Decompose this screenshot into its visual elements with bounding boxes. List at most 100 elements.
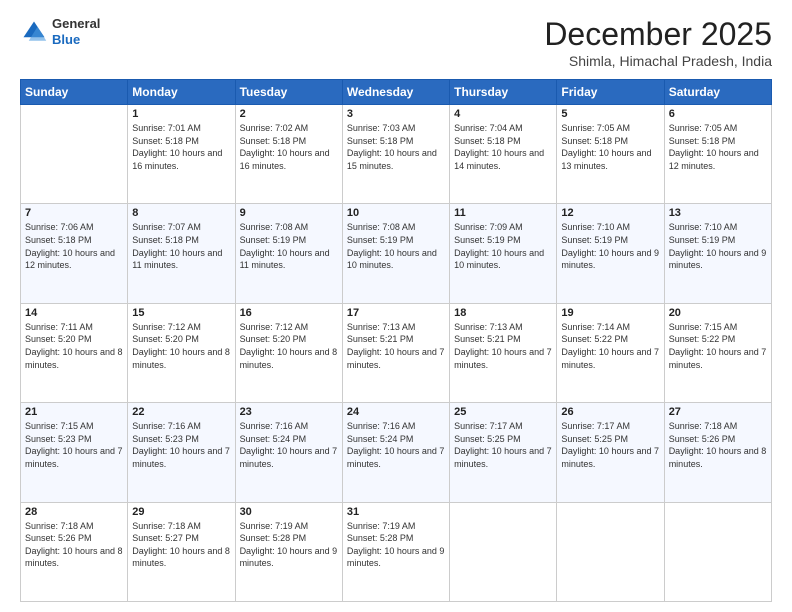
day-info: Sunrise: 7:18 AMSunset: 5:27 PMDaylight:…	[132, 520, 230, 570]
day-info: Sunrise: 7:16 AMSunset: 5:23 PMDaylight:…	[132, 420, 230, 470]
day-info: Sunrise: 7:17 AMSunset: 5:25 PMDaylight:…	[454, 420, 552, 470]
day-number: 8	[132, 207, 230, 219]
header-saturday: Saturday	[664, 80, 771, 105]
calendar-cell: 13 Sunrise: 7:10 AMSunset: 5:19 PMDayligh…	[664, 204, 771, 303]
day-info: Sunrise: 7:18 AMSunset: 5:26 PMDaylight:…	[25, 520, 123, 570]
page: General Blue December 2025 Shimla, Himac…	[0, 0, 792, 612]
day-info: Sunrise: 7:19 AMSunset: 5:28 PMDaylight:…	[240, 520, 338, 570]
day-info: Sunrise: 7:10 AMSunset: 5:19 PMDaylight:…	[669, 221, 767, 271]
day-info: Sunrise: 7:09 AMSunset: 5:19 PMDaylight:…	[454, 221, 552, 271]
calendar-cell: 10 Sunrise: 7:08 AMSunset: 5:19 PMDayligh…	[342, 204, 449, 303]
day-number: 18	[454, 307, 552, 319]
day-info: Sunrise: 7:12 AMSunset: 5:20 PMDaylight:…	[240, 321, 338, 371]
day-info: Sunrise: 7:14 AMSunset: 5:22 PMDaylight:…	[561, 321, 659, 371]
location-subtitle: Shimla, Himachal Pradesh, India	[544, 53, 772, 69]
calendar-cell: 25 Sunrise: 7:17 AMSunset: 5:25 PMDayligh…	[450, 403, 557, 502]
day-number: 2	[240, 108, 338, 120]
day-info: Sunrise: 7:03 AMSunset: 5:18 PMDaylight:…	[347, 122, 445, 172]
day-number: 5	[561, 108, 659, 120]
day-number: 4	[454, 108, 552, 120]
day-info: Sunrise: 7:13 AMSunset: 5:21 PMDaylight:…	[347, 321, 445, 371]
day-number: 1	[132, 108, 230, 120]
calendar-cell: 7Sunrise: 7:06 AMSunset: 5:18 PMDaylight…	[21, 204, 128, 303]
day-info: Sunrise: 7:05 AMSunset: 5:18 PMDaylight:…	[561, 122, 659, 172]
day-info: Sunrise: 7:01 AMSunset: 5:18 PMDaylight:…	[132, 122, 230, 172]
calendar-cell: 5 Sunrise: 7:05 AMSunset: 5:18 PMDaylight…	[557, 105, 664, 204]
calendar-cell: 26Sunrise: 7:17 AMSunset: 5:25 PMDayligh…	[557, 403, 664, 502]
day-number: 14	[25, 307, 123, 319]
calendar-cell: 11 Sunrise: 7:09 AMSunset: 5:19 PMDayligh…	[450, 204, 557, 303]
calendar-cell: 30 Sunrise: 7:19 AMSunset: 5:28 PMDayligh…	[235, 502, 342, 601]
day-number: 24	[347, 406, 445, 418]
calendar-cell: 18Sunrise: 7:13 AMSunset: 5:21 PMDayligh…	[450, 303, 557, 402]
day-number: 13	[669, 207, 767, 219]
day-number: 25	[454, 406, 552, 418]
calendar-cell	[664, 502, 771, 601]
day-number: 28	[25, 506, 123, 518]
calendar-cell: 12 Sunrise: 7:10 AMSunset: 5:19 PMDayligh…	[557, 204, 664, 303]
calendar-cell: 8 Sunrise: 7:07 AMSunset: 5:18 PMDaylight…	[128, 204, 235, 303]
day-number: 6	[669, 108, 767, 120]
day-info: Sunrise: 7:15 AMSunset: 5:22 PMDaylight:…	[669, 321, 767, 371]
calendar-week-4: 21 Sunrise: 7:15 AMSunset: 5:23 PMDayligh…	[21, 403, 772, 502]
header-thursday: Thursday	[450, 80, 557, 105]
header-monday: Monday	[128, 80, 235, 105]
calendar-cell	[21, 105, 128, 204]
header: General Blue December 2025 Shimla, Himac…	[20, 16, 772, 69]
day-info: Sunrise: 7:12 AMSunset: 5:20 PMDaylight:…	[132, 321, 230, 371]
calendar-cell: 4 Sunrise: 7:04 AMSunset: 5:18 PMDaylight…	[450, 105, 557, 204]
day-number: 17	[347, 307, 445, 319]
calendar-cell: 20Sunrise: 7:15 AMSunset: 5:22 PMDayligh…	[664, 303, 771, 402]
calendar-header-row: SundayMondayTuesdayWednesdayThursdayFrid…	[21, 80, 772, 105]
calendar-cell: 28 Sunrise: 7:18 AMSunset: 5:26 PMDayligh…	[21, 502, 128, 601]
day-info: Sunrise: 7:11 AMSunset: 5:20 PMDaylight:…	[25, 321, 123, 371]
day-number: 12	[561, 207, 659, 219]
calendar-cell	[450, 502, 557, 601]
calendar-cell: 3Sunrise: 7:03 AMSunset: 5:18 PMDaylight…	[342, 105, 449, 204]
header-sunday: Sunday	[21, 80, 128, 105]
calendar-cell: 31 Sunrise: 7:19 AMSunset: 5:28 PMDayligh…	[342, 502, 449, 601]
day-info: Sunrise: 7:08 AMSunset: 5:19 PMDaylight:…	[347, 221, 445, 271]
calendar-cell: 15 Sunrise: 7:12 AMSunset: 5:20 PMDayligh…	[128, 303, 235, 402]
day-info: Sunrise: 7:19 AMSunset: 5:28 PMDaylight:…	[347, 520, 445, 570]
calendar-week-1: 1 Sunrise: 7:01 AMSunset: 5:18 PMDaylight…	[21, 105, 772, 204]
day-number: 15	[132, 307, 230, 319]
day-number: 19	[561, 307, 659, 319]
calendar-week-2: 7Sunrise: 7:06 AMSunset: 5:18 PMDaylight…	[21, 204, 772, 303]
day-info: Sunrise: 7:07 AMSunset: 5:18 PMDaylight:…	[132, 221, 230, 271]
logo-general: General	[52, 16, 100, 32]
day-number: 27	[669, 406, 767, 418]
calendar-cell: 1 Sunrise: 7:01 AMSunset: 5:18 PMDaylight…	[128, 105, 235, 204]
header-friday: Friday	[557, 80, 664, 105]
calendar-cell: 17 Sunrise: 7:13 AMSunset: 5:21 PMDayligh…	[342, 303, 449, 402]
day-info: Sunrise: 7:16 AMSunset: 5:24 PMDaylight:…	[347, 420, 445, 470]
calendar-cell: 19 Sunrise: 7:14 AMSunset: 5:22 PMDayligh…	[557, 303, 664, 402]
month-title: December 2025	[544, 16, 772, 53]
day-info: Sunrise: 7:16 AMSunset: 5:24 PMDaylight:…	[240, 420, 338, 470]
logo-blue: Blue	[52, 32, 100, 48]
calendar-cell	[557, 502, 664, 601]
calendar-cell: 6 Sunrise: 7:05 AMSunset: 5:18 PMDaylight…	[664, 105, 771, 204]
day-number: 21	[25, 406, 123, 418]
day-info: Sunrise: 7:05 AMSunset: 5:18 PMDaylight:…	[669, 122, 767, 172]
calendar-cell: 21 Sunrise: 7:15 AMSunset: 5:23 PMDayligh…	[21, 403, 128, 502]
day-number: 11	[454, 207, 552, 219]
logo: General Blue	[20, 16, 100, 47]
day-info: Sunrise: 7:04 AMSunset: 5:18 PMDaylight:…	[454, 122, 552, 172]
day-info: Sunrise: 7:10 AMSunset: 5:19 PMDaylight:…	[561, 221, 659, 271]
day-number: 9	[240, 207, 338, 219]
calendar-cell: 9 Sunrise: 7:08 AMSunset: 5:19 PMDaylight…	[235, 204, 342, 303]
day-info: Sunrise: 7:15 AMSunset: 5:23 PMDaylight:…	[25, 420, 123, 470]
day-number: 30	[240, 506, 338, 518]
day-info: Sunrise: 7:17 AMSunset: 5:25 PMDaylight:…	[561, 420, 659, 470]
day-info: Sunrise: 7:02 AMSunset: 5:18 PMDaylight:…	[240, 122, 338, 172]
day-number: 22	[132, 406, 230, 418]
header-wednesday: Wednesday	[342, 80, 449, 105]
calendar-cell: 23Sunrise: 7:16 AMSunset: 5:24 PMDayligh…	[235, 403, 342, 502]
day-number: 10	[347, 207, 445, 219]
day-info: Sunrise: 7:08 AMSunset: 5:19 PMDaylight:…	[240, 221, 338, 271]
calendar-cell: 24 Sunrise: 7:16 AMSunset: 5:24 PMDayligh…	[342, 403, 449, 502]
day-info: Sunrise: 7:06 AMSunset: 5:18 PMDaylight:…	[25, 221, 123, 271]
day-number: 31	[347, 506, 445, 518]
calendar-cell: 22 Sunrise: 7:16 AMSunset: 5:23 PMDayligh…	[128, 403, 235, 502]
